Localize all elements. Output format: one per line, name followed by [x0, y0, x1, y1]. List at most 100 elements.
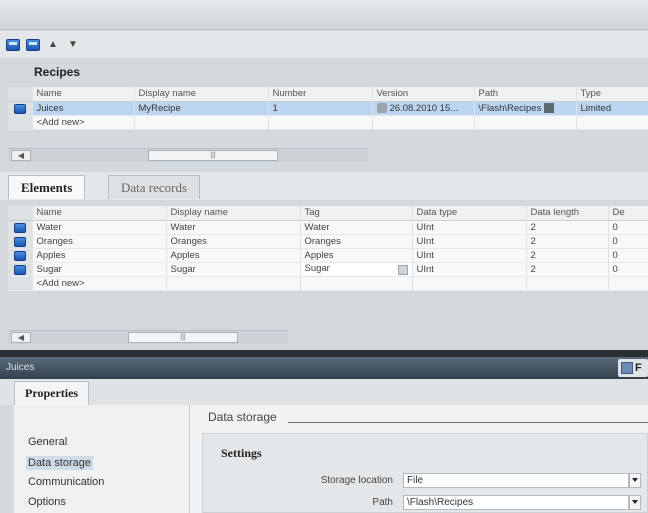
column-header[interactable]: Tag [300, 206, 413, 221]
nav-item-general[interactable]: General [26, 435, 69, 449]
inspector-right-label: F [635, 362, 642, 374]
storage-location-field[interactable]: File [403, 473, 629, 488]
tab-data-records[interactable]: Data records [108, 175, 201, 199]
table-row[interactable]: Juices MyRecipe 1 26.08.2010 15... \Flas… [8, 101, 648, 116]
move-up-icon[interactable]: ▲ [46, 38, 60, 52]
table-row[interactable]: Apples Apples Apples UInt 2 0 [8, 248, 648, 263]
cell-path[interactable]: \Flash\Recipes [474, 101, 577, 116]
cell-data-type[interactable]: UInt [412, 262, 527, 277]
inspector-title-bar: Juices F [0, 357, 648, 379]
add-recipe-icon[interactable] [6, 38, 20, 52]
move-down-icon[interactable]: ▼ [66, 38, 80, 52]
add-new-row[interactable]: <Add new> [8, 276, 648, 291]
browse-tag-icon[interactable] [397, 265, 408, 275]
cell-display-name[interactable]: Water [166, 220, 301, 235]
recipes-table: Name Display name Number Version Path Ty… [8, 87, 648, 130]
scroll-thumb[interactable]: ||| [128, 332, 238, 343]
elements-horizontal-scrollbar[interactable]: ◀ ||| [8, 330, 288, 344]
nav-item-options[interactable]: Options [26, 495, 68, 509]
cell-data-type[interactable]: UInt [412, 220, 527, 235]
cell-data-length[interactable]: 2 [526, 262, 609, 277]
cell-name[interactable]: Water [32, 220, 167, 235]
storage-location-label: Storage location [320, 475, 393, 486]
scroll-thumb[interactable]: ||| [148, 150, 278, 161]
properties-view-icon[interactable] [621, 362, 633, 374]
nav-item-communication[interactable]: Communication [26, 475, 106, 489]
row-gutter [8, 115, 33, 130]
table-row[interactable]: Water Water Water UInt 2 0 [8, 220, 648, 235]
column-header[interactable]: Path [474, 87, 577, 102]
cell-data-length[interactable]: 2 [526, 248, 609, 263]
column-header[interactable]: Type [576, 87, 648, 102]
cell-version-value: 26.08.2010 15... [389, 102, 459, 114]
column-header[interactable]: Data length [526, 206, 609, 221]
cell-number[interactable]: 1 [268, 101, 373, 116]
row-gutter [8, 206, 33, 221]
inspector-tabs: Properties [0, 379, 648, 405]
cell-name[interactable]: Oranges [32, 234, 167, 249]
cell-data-type[interactable]: UInt [412, 248, 527, 263]
cell-name[interactable]: Apples [32, 248, 167, 263]
pane-splitter[interactable] [0, 350, 648, 357]
cell-tag[interactable]: Sugar [300, 262, 413, 277]
cell-default[interactable]: 0 [608, 234, 648, 249]
scroll-left-icon[interactable]: ◀ [11, 332, 31, 343]
element-icon [14, 237, 26, 247]
table-header: Name Display name Tag Data type Data len… [8, 206, 648, 221]
tab-elements[interactable]: Elements [8, 175, 86, 199]
column-header[interactable]: Name [32, 206, 167, 221]
path-label: Path [372, 497, 393, 508]
row-gutter [8, 87, 33, 102]
row-gutter [8, 101, 33, 116]
column-header[interactable]: Number [268, 87, 373, 102]
column-header[interactable]: Version [372, 87, 475, 102]
storage-location-dropdown-icon[interactable] [629, 473, 641, 488]
scroll-left-icon[interactable]: ◀ [11, 150, 31, 161]
column-header[interactable]: Display name [134, 87, 269, 102]
cell-data-length[interactable]: 2 [526, 220, 609, 235]
cell-type[interactable]: Limited [576, 101, 648, 116]
add-new-label[interactable]: <Add new> [32, 276, 167, 291]
cell-data-length[interactable]: 2 [526, 234, 609, 249]
add-new-row[interactable]: <Add new> [8, 115, 648, 130]
cell-default[interactable]: 0 [608, 248, 648, 263]
cell-default[interactable]: 0 [608, 262, 648, 277]
inspector-tools[interactable]: F [618, 359, 648, 377]
table-header: Name Display name Number Version Path Ty… [8, 87, 648, 102]
column-header[interactable]: Data type [412, 206, 527, 221]
element-icon [14, 265, 26, 275]
tab-properties[interactable]: Properties [14, 381, 90, 405]
column-header[interactable]: Name [32, 87, 135, 102]
elements-table: Name Display name Tag Data type Data len… [8, 206, 648, 291]
table-row[interactable]: Oranges Oranges Oranges UInt 2 0 [8, 234, 648, 249]
cell-data-type[interactable]: UInt [412, 234, 527, 249]
cell-display-name[interactable]: Sugar [166, 262, 301, 277]
path-dropdown-icon[interactable] [629, 495, 641, 510]
add-element-icon[interactable] [26, 38, 40, 52]
spinner-icon[interactable] [376, 102, 387, 113]
cell-display-name[interactable]: Apples [166, 248, 301, 263]
cell-display-name[interactable]: MyRecipe [134, 101, 269, 116]
cell-name[interactable]: Juices [32, 101, 135, 116]
add-new-label[interactable]: <Add new> [32, 115, 135, 130]
cell-tag[interactable]: Oranges [300, 234, 413, 249]
column-header[interactable]: De [608, 206, 648, 221]
column-header[interactable]: Display name [166, 206, 301, 221]
cell-default[interactable]: 0 [608, 220, 648, 235]
cell-path-value: \Flash\Recipes [478, 102, 542, 114]
cell-version[interactable]: 26.08.2010 15... [372, 101, 475, 116]
tab-strip: Elements Data records [0, 172, 648, 200]
settings-group: Settings Storage location File Path \Fla… [202, 433, 648, 513]
table-row[interactable]: Sugar Sugar Sugar UInt 2 0 [8, 262, 648, 277]
cell-name[interactable]: Sugar [32, 262, 167, 277]
cell-number-value: 1 [272, 102, 278, 114]
recipes-title: Recipes [34, 65, 81, 79]
dropdown-icon[interactable] [543, 102, 554, 113]
nav-item-data-storage[interactable]: Data storage [26, 456, 93, 470]
element-icon [14, 251, 26, 261]
cell-tag[interactable]: Apples [300, 248, 413, 263]
recipes-horizontal-scrollbar[interactable]: ◀ ||| [8, 148, 368, 162]
cell-display-name[interactable]: Oranges [166, 234, 301, 249]
cell-tag[interactable]: Water [300, 220, 413, 235]
path-field[interactable]: \Flash\Recipes [403, 495, 629, 510]
